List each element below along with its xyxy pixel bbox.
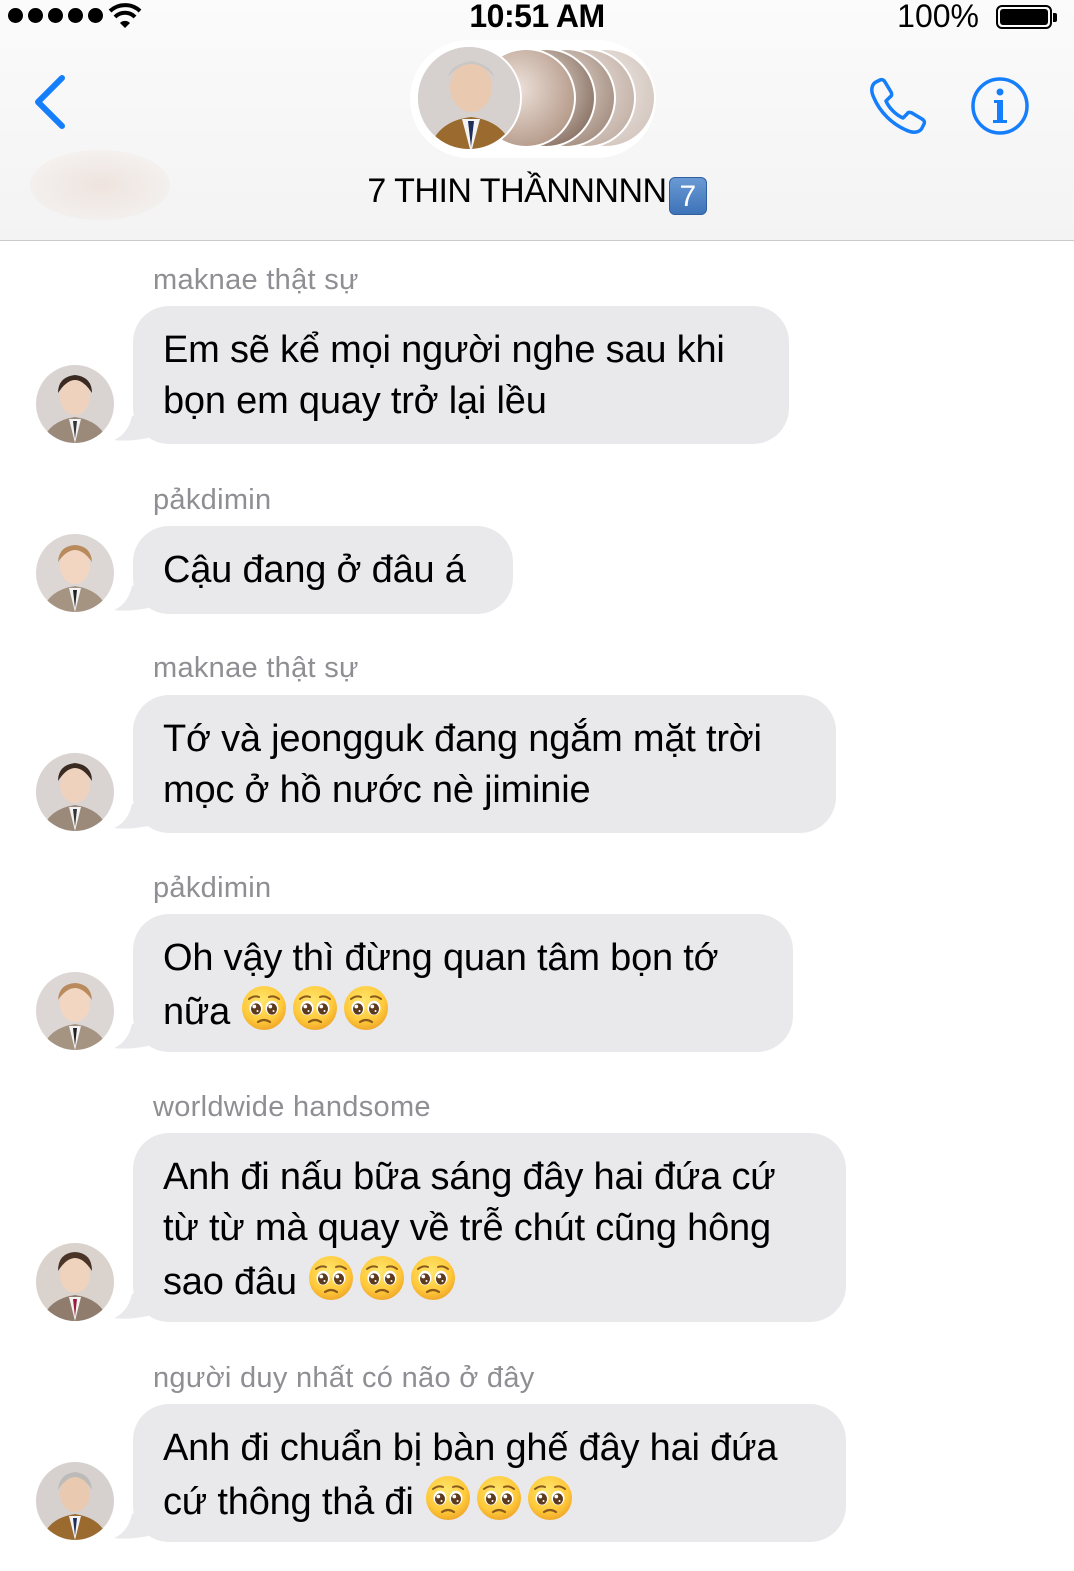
- sender-name: pảkdimin: [153, 484, 272, 516]
- avatar[interactable]: [36, 534, 114, 612]
- call-button[interactable]: [866, 74, 930, 138]
- battery-percentage: 100%: [897, 0, 979, 34]
- chevron-left-icon: [35, 75, 65, 129]
- sender-name: pảkdimin: [153, 872, 272, 904]
- info-button[interactable]: [970, 76, 1030, 136]
- message-bubble[interactable]: Em sẽ kể mọi người nghe sau khi bọn em q…: [133, 306, 789, 444]
- status-bar: 10:51 AM 100%: [0, 0, 1074, 40]
- pleading-face-emoji: [358, 1254, 406, 1302]
- avatar[interactable]: [36, 1243, 114, 1321]
- sender-name: maknae thật sự: [153, 264, 359, 296]
- sender-name: maknae thật sự: [153, 652, 359, 684]
- pleading-face-emoji: [424, 1474, 472, 1522]
- pleading-face-emoji: [307, 1254, 355, 1302]
- group-avatar-stack[interactable]: [410, 40, 660, 158]
- keycap-seven-badge: 7: [668, 177, 707, 215]
- message-bubble[interactable]: Cậu đang ở đâu á: [133, 526, 513, 614]
- avatar[interactable]: [36, 1462, 114, 1540]
- phone-icon: [870, 77, 927, 134]
- group-title[interactable]: 7 THIN THẦNNNNN 7: [0, 172, 1074, 215]
- message-bubble[interactable]: Anh đi nấu bữa sáng đây hai đứa cứ từ từ…: [133, 1133, 846, 1322]
- info-icon: [971, 77, 1029, 135]
- message-bubble[interactable]: Tớ và jeongguk đang ngắm mặt trời mọc ở …: [133, 695, 836, 833]
- pleading-face-emoji: [291, 984, 339, 1032]
- group-title-text: 7 THIN THẦNNNNN: [367, 172, 667, 210]
- pleading-face-emoji: [475, 1474, 523, 1522]
- pleading-face-emoji: [409, 1254, 457, 1302]
- avatar[interactable]: [36, 753, 114, 831]
- message-bubble[interactable]: Anh đi chuẩn bị bàn ghế đây hai đứa cứ t…: [133, 1404, 846, 1542]
- message-bubble[interactable]: Oh vậy thì đừng quan tâm bọn tớ nữa: [133, 914, 793, 1052]
- battery-icon: [996, 5, 1057, 29]
- pleading-face-emoji: [526, 1474, 574, 1522]
- avatar[interactable]: [36, 365, 114, 443]
- group-member-avatar: [416, 45, 522, 151]
- sender-name: worldwide handsome: [153, 1091, 431, 1123]
- back-button[interactable]: [28, 72, 78, 132]
- pleading-face-emoji: [342, 984, 390, 1032]
- avatar[interactable]: [36, 972, 114, 1050]
- sender-name: người duy nhất có não ở đây: [153, 1362, 535, 1394]
- pleading-face-emoji: [240, 984, 288, 1032]
